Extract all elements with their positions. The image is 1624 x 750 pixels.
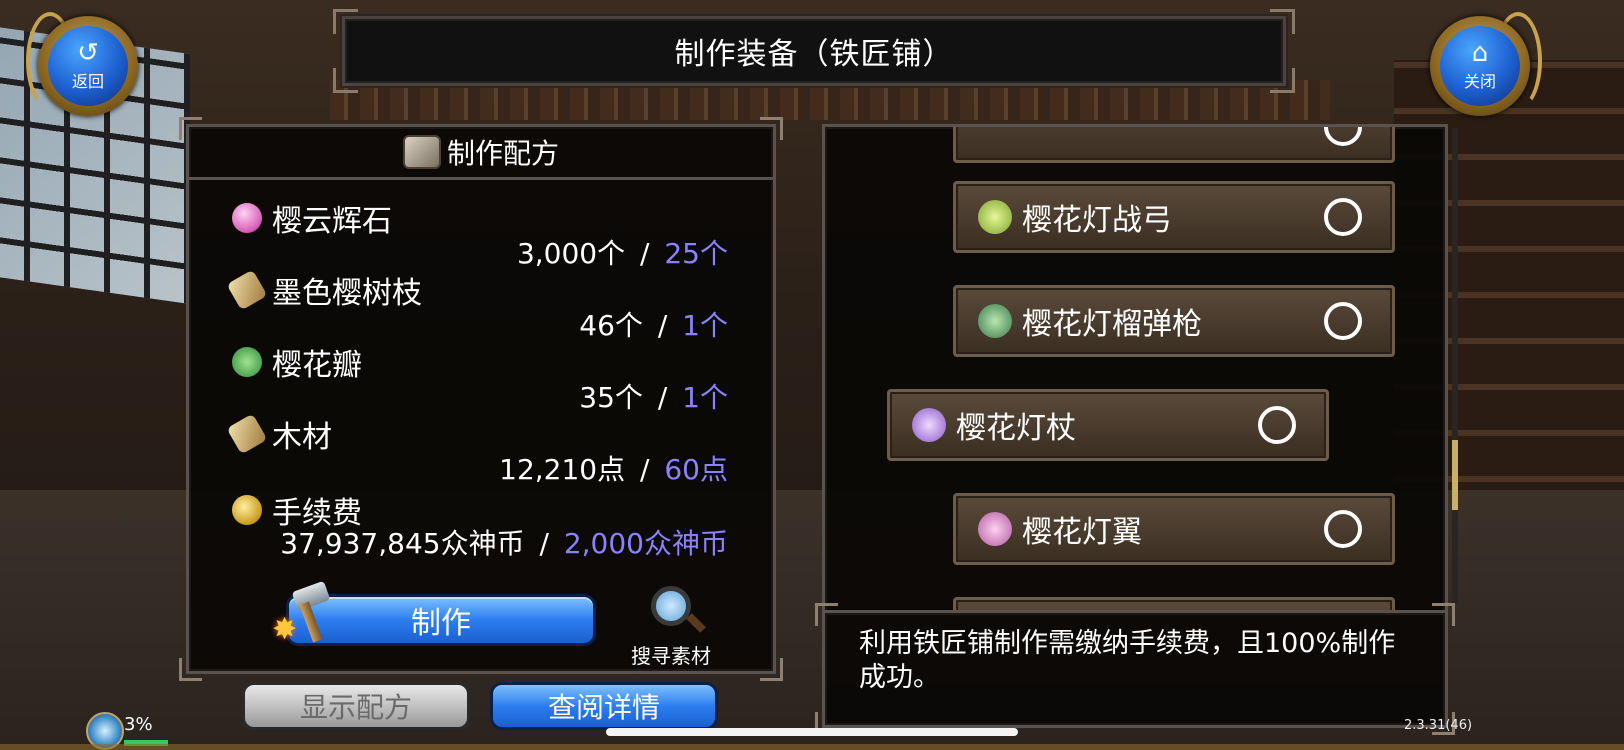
list-scroll-thumb[interactable] xyxy=(1452,440,1458,510)
material-quantity: 46个 / 1个 xyxy=(579,309,728,342)
select-radio[interactable] xyxy=(1324,127,1362,146)
home-indicator[interactable] xyxy=(606,728,1018,736)
leaf-icon xyxy=(232,347,262,377)
equipment-list-panel: 樱花灯战弓 樱花灯榴弹枪 樱花灯杖 樱花灯翼 xyxy=(822,124,1448,616)
recipe-header: 制作配方 xyxy=(189,127,773,180)
magnifier-icon xyxy=(651,586,691,626)
title-bar: 制作装备（铁匠铺） xyxy=(333,9,1295,93)
select-radio[interactable] xyxy=(1324,510,1362,548)
home-icon: ⌂ xyxy=(1471,38,1489,68)
material-name-row: 墨色樱树枝 xyxy=(226,268,422,312)
list-item[interactable]: 樱花灯翼 xyxy=(953,493,1395,565)
description-panel: 利用铁匠铺制作需缴纳手续费，且100%制作成功。 xyxy=(815,603,1455,735)
hammer-icon: ✸ xyxy=(270,580,334,647)
page-title: 制作装备（铁匠铺） xyxy=(674,37,954,72)
version-label: 2.3.31(46) xyxy=(1404,718,1473,733)
bottom-border xyxy=(0,744,1624,750)
wing-icon xyxy=(978,512,1012,546)
material-quantity: 3,000个 / 25个 xyxy=(516,237,728,270)
recipe-header-label: 制作配方 xyxy=(446,137,559,170)
craft-label: 制作 xyxy=(411,606,471,641)
material-quantity: 12,210点 / 60点 xyxy=(499,453,728,486)
select-radio[interactable] xyxy=(1258,406,1296,444)
close-label: 关闭 xyxy=(1463,72,1496,91)
view-details-button[interactable]: 查阅详情 xyxy=(490,682,718,730)
show-recipe-button[interactable]: 显示配方 xyxy=(242,682,470,730)
close-button[interactable]: ⌂ 关闭 xyxy=(1412,12,1542,120)
search-material-button[interactable]: 搜寻素材 xyxy=(616,586,726,668)
material-name-row: 樱云辉石 xyxy=(232,196,392,240)
material-quantity: 35个 / 1个 xyxy=(579,381,728,414)
branch-icon xyxy=(226,269,268,311)
list-scrollbar[interactable] xyxy=(1452,128,1458,604)
background-bookshelf xyxy=(330,80,1330,120)
search-material-label: 搜寻素材 xyxy=(631,644,711,668)
select-radio[interactable] xyxy=(1324,302,1362,340)
back-label: 返回 xyxy=(71,72,104,91)
progress-percent: 3% xyxy=(124,714,153,735)
list-item-selected[interactable]: 樱花灯杖 xyxy=(887,389,1329,461)
list-item[interactable] xyxy=(953,127,1395,163)
back-button[interactable]: ↺ 返回 xyxy=(20,12,144,120)
bow-icon xyxy=(978,200,1012,234)
gun-icon xyxy=(978,304,1012,338)
fee-quantity: 37,937,845众神币 / 2,000众神币 xyxy=(280,527,728,560)
list-item[interactable]: 樱花灯战弓 xyxy=(953,181,1395,253)
recipe-book-icon xyxy=(402,135,441,169)
pink-gem-icon xyxy=(232,203,262,233)
view-details-label: 查阅详情 xyxy=(547,691,660,724)
list-item[interactable]: 樱花灯榴弹枪 xyxy=(953,285,1395,357)
coin-icon xyxy=(232,495,262,525)
show-recipe-label: 显示配方 xyxy=(299,691,412,724)
material-name-row: 樱花瓣 xyxy=(232,340,362,384)
material-name-row: 木材 xyxy=(226,412,332,456)
select-radio[interactable] xyxy=(1324,198,1362,236)
wood-icon xyxy=(226,413,268,455)
staff-icon xyxy=(912,408,946,442)
back-arrow-icon: ↺ xyxy=(77,38,99,68)
description-text: 利用铁匠铺制作需缴纳手续费，且100%制作成功。 xyxy=(859,628,1396,693)
